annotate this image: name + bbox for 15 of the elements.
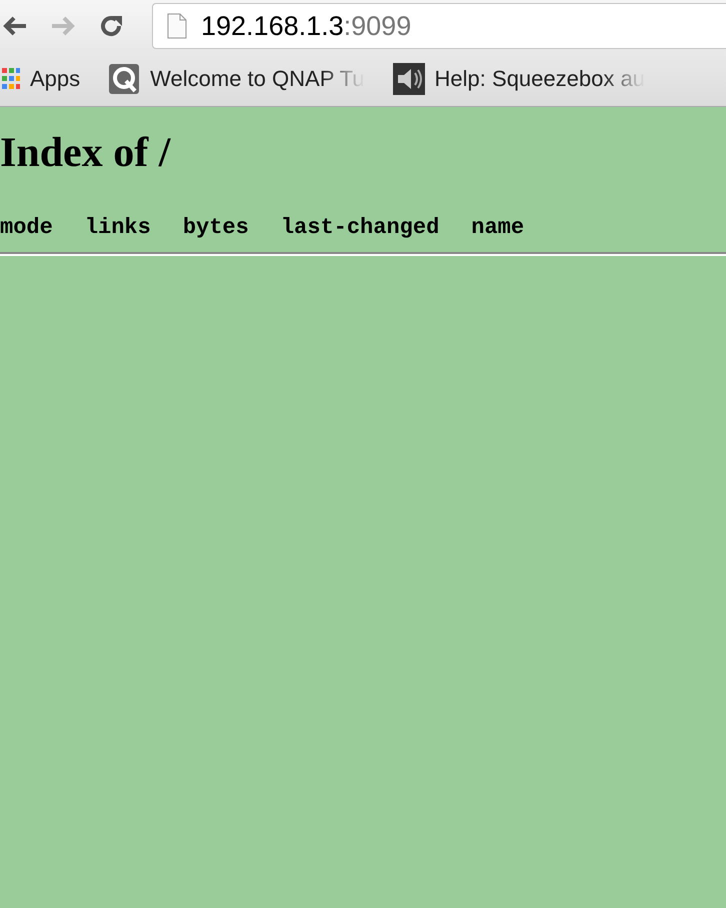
bookmark-link[interactable]: Help: Squeezebox au (392, 63, 645, 95)
column-header: mode (0, 215, 53, 240)
page-icon (167, 13, 187, 39)
letter-q-icon (108, 63, 140, 95)
bookmark-link[interactable]: Apps (2, 66, 80, 92)
speaker-icon (392, 63, 425, 95)
column-header: links (84, 215, 151, 240)
page-heading: Index of / (0, 129, 172, 177)
column-header: bytes (182, 215, 249, 240)
bookmark-link[interactable]: Welcome to QNAP Tu (108, 63, 365, 95)
column-header: name (471, 215, 524, 240)
url-text: 192.168.1.3:9099 (201, 10, 412, 42)
address-bar[interactable]: 192.168.1.3:9099 (152, 3, 726, 49)
apps-grid-icon (2, 68, 20, 90)
column-header: last-changed (280, 215, 440, 240)
